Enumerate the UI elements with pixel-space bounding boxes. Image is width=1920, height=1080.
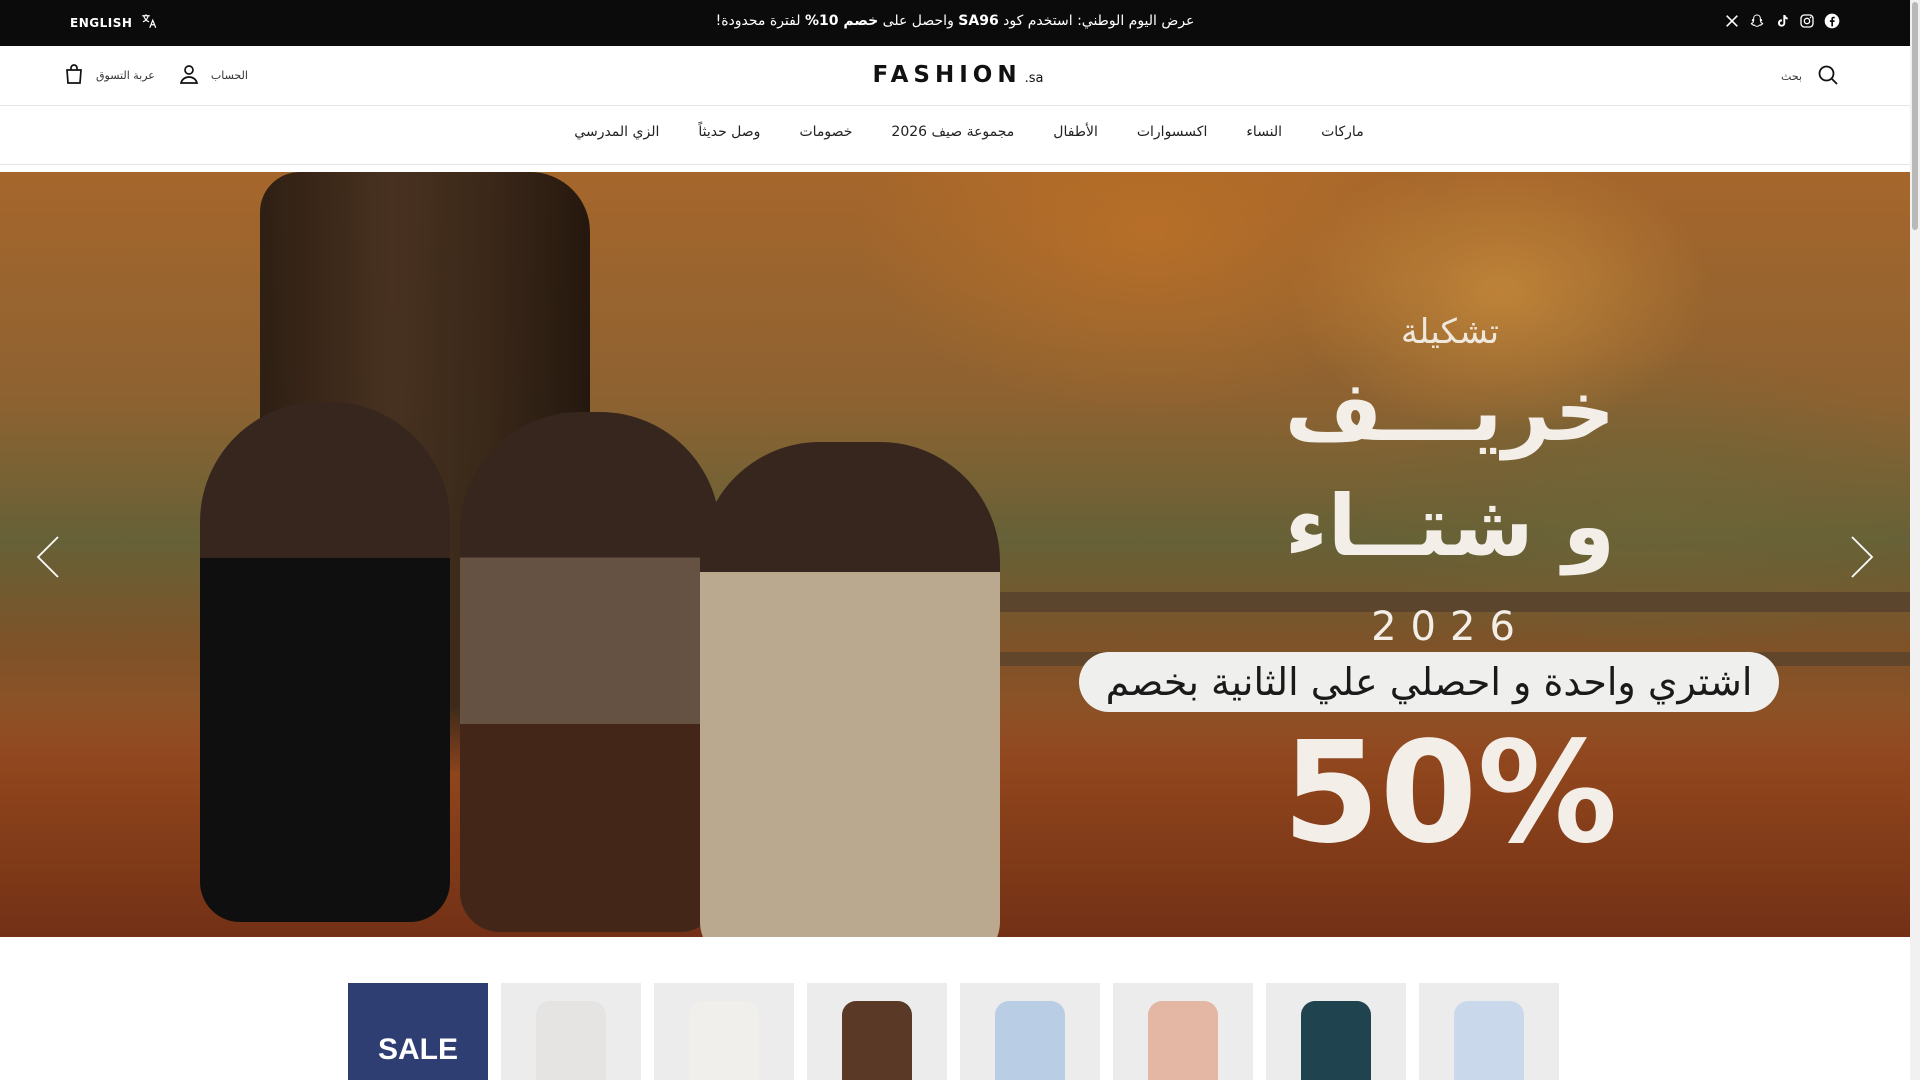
snapchat-icon[interactable] <box>1749 13 1765 29</box>
account-label: الحساب <box>210 69 248 82</box>
promo-code: SA96 <box>958 13 999 29</box>
garment-image <box>536 1001 606 1080</box>
thumbnail-product[interactable] <box>960 983 1100 1080</box>
header-actions: عربة التسوق الحساب <box>62 62 248 89</box>
chevron-left-icon <box>28 536 68 591</box>
main-navigation: ماركات النساء اكسسوارات الأطفال مجموعة ص… <box>0 107 1910 165</box>
garment-image <box>1454 1001 1524 1080</box>
garment-image <box>1301 1001 1371 1080</box>
scrollbar-thumb[interactable] <box>1912 2 1918 230</box>
logo-wordmark: FASHION <box>862 62 1032 88</box>
carousel-prev-button[interactable] <box>28 527 68 587</box>
chevron-right-icon <box>1842 536 1882 591</box>
nav-item-summer-collection[interactable]: مجموعة صيف 2026 <box>891 124 1014 140</box>
nav-item-kids[interactable]: الأطفال <box>1053 124 1098 140</box>
thumbnail-product[interactable] <box>807 983 947 1080</box>
promo-text-mid: واحصل على <box>878 13 959 29</box>
cart-label: عربة التسوق <box>96 69 155 82</box>
thumbnail-sale[interactable]: SALE <box>348 983 488 1080</box>
site-logo[interactable]: FASHION .sa <box>862 62 1048 92</box>
promo-text-post: لفترة محدودة! <box>715 13 805 29</box>
nav-item-new-arrivals[interactable]: وصل حديثاً <box>698 124 760 140</box>
garment-image <box>689 1001 759 1080</box>
thumbnail-product[interactable] <box>1266 983 1406 1080</box>
nav-item-accessories[interactable]: اكسسوارات <box>1137 124 1208 140</box>
promo-discount: خصم 10% <box>804 13 879 29</box>
search-icon <box>1816 63 1840 90</box>
social-links <box>1724 13 1840 29</box>
nav-item-brands[interactable]: ماركات <box>1321 124 1364 140</box>
garment-image <box>995 1001 1065 1080</box>
search-button[interactable]: بحث <box>1781 63 1840 90</box>
hero-year: 2026 <box>1371 604 1529 650</box>
hero-title-line2: و شتــاء <box>1284 477 1616 575</box>
account-button[interactable]: الحساب <box>177 62 248 89</box>
nav-item-sale[interactable]: خصومات <box>799 124 852 140</box>
nav-item-women[interactable]: النساء <box>1246 124 1282 140</box>
x-icon[interactable] <box>1724 13 1740 29</box>
hero-banner[interactable]: تشكيلة خريـــف و شتــاء 2026 اشتري واحدة… <box>0 172 1910 937</box>
category-thumbnails: SALE <box>348 983 1559 1080</box>
sale-label: SALE <box>377 1033 458 1066</box>
cart-button[interactable]: عربة التسوق <box>62 62 155 89</box>
nav-item-school-uniform[interactable]: الزي المدرسي <box>574 124 659 140</box>
hero-offer-pill: اشتري واحدة و احصلي علي الثانية بخصم <box>1079 652 1779 712</box>
garment-image <box>1148 1001 1218 1080</box>
promo-message: عرض اليوم الوطني: استخدم كود SA96 واحصل … <box>0 13 1910 29</box>
thumbnail-product[interactable] <box>1113 983 1253 1080</box>
page-scrollbar[interactable] <box>1910 0 1920 1080</box>
hero-discount-percent: 50% <box>1282 712 1618 875</box>
hero-title-line1: خريـــف <box>1284 362 1616 460</box>
thumbnail-product[interactable] <box>1419 983 1559 1080</box>
user-icon <box>177 62 201 89</box>
announcement-bar: ENGLISH عرض اليوم الوطني: استخدم كود SA9… <box>0 0 1910 46</box>
garment-image <box>842 1001 912 1080</box>
instagram-icon[interactable] <box>1799 13 1815 29</box>
logo-tld: .sa <box>1024 71 1044 86</box>
thumbnail-product[interactable] <box>501 983 641 1080</box>
carousel-next-button[interactable] <box>1842 527 1882 587</box>
hero-kicker: تشكيلة <box>1400 312 1500 352</box>
site-header: عربة التسوق الحساب FASHION .sa بحث <box>0 46 1910 106</box>
facebook-icon[interactable] <box>1824 13 1840 29</box>
shopping-bag-icon <box>62 62 86 89</box>
thumbnail-product[interactable] <box>654 983 794 1080</box>
tiktok-icon[interactable] <box>1774 13 1790 29</box>
promo-text-pre: عرض اليوم الوطني: استخدم كود <box>998 13 1195 29</box>
search-label: بحث <box>1781 70 1802 83</box>
